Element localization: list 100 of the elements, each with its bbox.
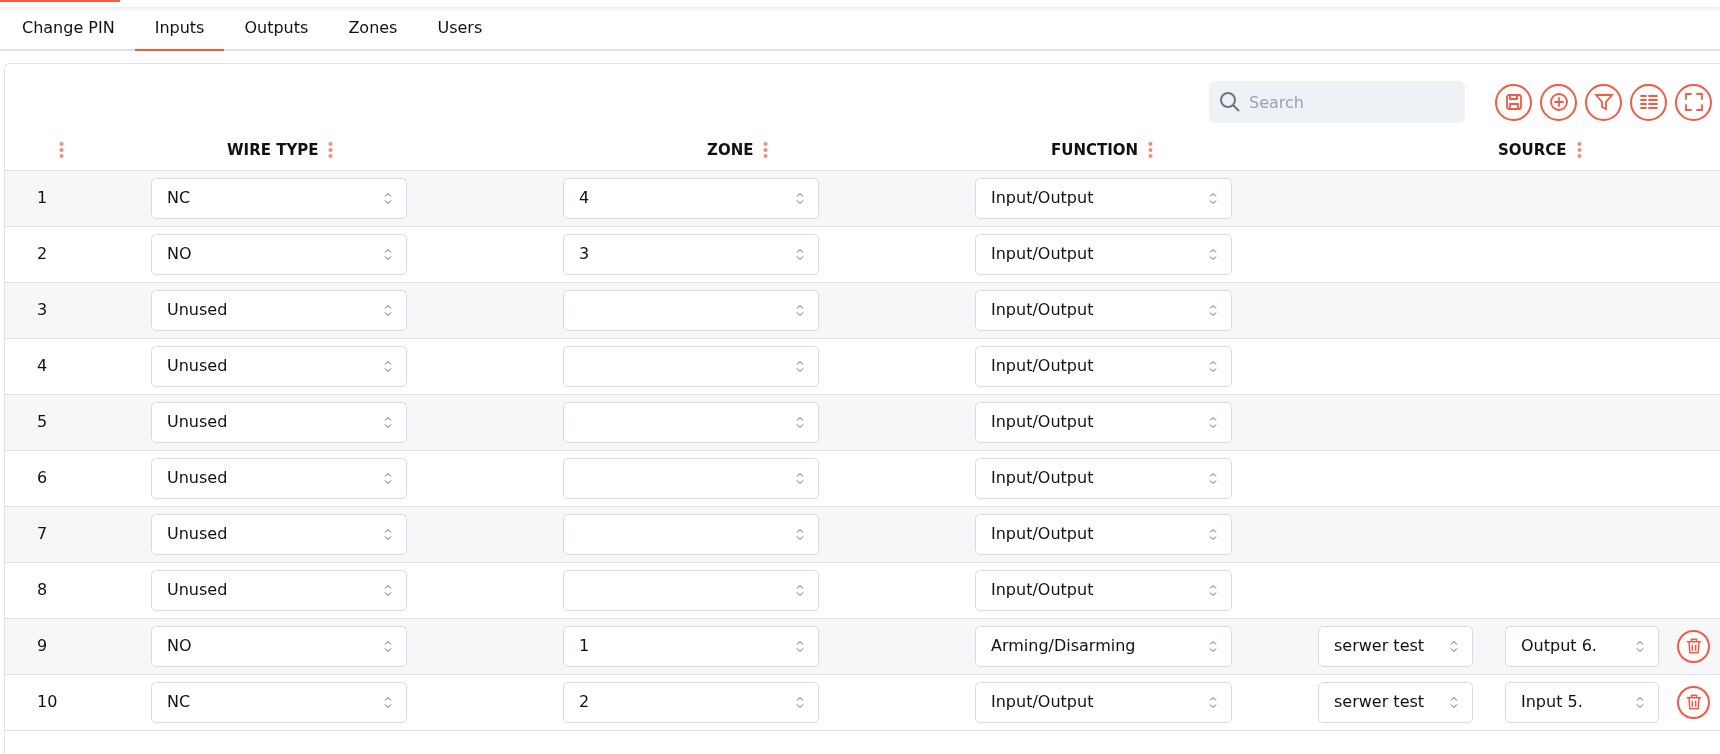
function-select[interactable]: Input/Output — [975, 177, 1232, 219]
zone-select[interactable]: 1 — [563, 625, 819, 667]
row-number: 6 — [37, 468, 48, 487]
zone-select[interactable]: 2 — [563, 681, 819, 723]
wire-type-select[interactable]: Unused — [151, 289, 407, 331]
function-select[interactable]: Input/Output — [975, 289, 1232, 331]
wire-type-select[interactable]: NO — [151, 233, 407, 275]
up-down-chevron-icon — [796, 415, 804, 429]
up-down-chevron-icon — [1209, 191, 1217, 205]
up-down-chevron-icon — [1209, 639, 1217, 653]
up-down-chevron-icon — [384, 695, 392, 709]
up-down-chevron-icon — [1209, 527, 1217, 541]
source-device-select[interactable]: serwer test — [1318, 625, 1473, 667]
up-down-chevron-icon — [1209, 359, 1217, 373]
up-down-chevron-icon — [1209, 415, 1217, 429]
delete-button[interactable] — [1677, 629, 1710, 663]
search-field[interactable]: Search — [1209, 81, 1465, 123]
zone-select[interactable] — [563, 457, 819, 499]
zone-select[interactable]: 3 — [563, 233, 819, 275]
up-down-chevron-icon — [796, 583, 804, 597]
zone-select[interactable] — [563, 401, 819, 443]
tab[interactable]: Inputs — [134, 7, 225, 51]
tab[interactable]: Outputs — [224, 7, 329, 51]
up-down-chevron-icon — [796, 303, 804, 317]
add-button[interactable] — [1540, 83, 1577, 121]
up-down-chevron-icon — [384, 191, 392, 205]
column-menu-icon[interactable] — [1148, 141, 1154, 159]
column-menu-icon[interactable] — [1576, 141, 1582, 159]
function-select[interactable]: Arming/Disarming — [975, 625, 1232, 667]
row-number: 4 — [37, 356, 48, 375]
column-menu-icon[interactable] — [59, 141, 64, 159]
up-down-chevron-icon — [1636, 639, 1644, 653]
row-number: 7 — [37, 524, 48, 543]
up-down-chevron-icon — [796, 639, 804, 653]
function-select[interactable]: Input/Output — [975, 681, 1232, 723]
wire-type-select[interactable]: NC — [151, 177, 407, 219]
wire-type-select[interactable]: Unused — [151, 513, 407, 555]
save-button[interactable] — [1495, 83, 1532, 121]
source-channel-select[interactable]: Output 6. — [1505, 625, 1659, 667]
up-down-chevron-icon — [1209, 583, 1217, 597]
up-down-chevron-icon — [796, 471, 804, 485]
column-header: FUNCTION — [1051, 140, 1139, 159]
zone-select[interactable] — [563, 513, 819, 555]
function-select[interactable]: Input/Output — [975, 233, 1232, 275]
wire-type-select[interactable]: Unused — [151, 457, 407, 499]
zone-select[interactable] — [563, 289, 819, 331]
up-down-chevron-icon — [796, 247, 804, 261]
zone-select[interactable] — [563, 345, 819, 387]
source-device-select[interactable]: serwer test — [1318, 681, 1473, 723]
row-number: 8 — [37, 580, 48, 599]
up-down-chevron-icon — [1209, 303, 1217, 317]
up-down-chevron-icon — [384, 471, 392, 485]
zone-select[interactable] — [563, 569, 819, 611]
wire-type-select[interactable]: NC — [151, 681, 407, 723]
fullscreen-button[interactable] — [1675, 83, 1712, 121]
tab[interactable]: Zones — [328, 7, 418, 51]
delete-button[interactable] — [1677, 685, 1710, 719]
function-select[interactable]: Input/Output — [975, 513, 1232, 555]
up-down-chevron-icon — [796, 527, 804, 541]
function-select[interactable]: Input/Output — [975, 457, 1232, 499]
column-header: SOURCE — [1498, 140, 1567, 159]
function-select[interactable]: Input/Output — [975, 345, 1232, 387]
function-select[interactable]: Input/Output — [975, 401, 1232, 443]
row-number: 2 — [37, 244, 48, 263]
up-down-chevron-icon — [1209, 247, 1217, 261]
up-down-chevron-icon — [384, 359, 392, 373]
tab[interactable]: Users — [417, 7, 503, 51]
up-down-chevron-icon — [1450, 695, 1458, 709]
up-down-chevron-icon — [796, 359, 804, 373]
wire-type-select[interactable]: NO — [151, 625, 407, 667]
up-down-chevron-icon — [1209, 695, 1217, 709]
zone-select[interactable]: 4 — [563, 177, 819, 219]
tab[interactable]: Change PIN — [2, 7, 135, 51]
row-number: 1 — [37, 188, 48, 207]
row-number: 9 — [37, 636, 48, 655]
row-number: 3 — [37, 300, 48, 319]
row-number: 5 — [37, 412, 48, 431]
wire-type-select[interactable]: Unused — [151, 345, 407, 387]
column-header: ZONE — [707, 140, 754, 159]
up-down-chevron-icon — [1450, 639, 1458, 653]
up-down-chevron-icon — [1209, 471, 1217, 485]
up-down-chevron-icon — [384, 583, 392, 597]
up-down-chevron-icon — [384, 303, 392, 317]
wire-type-select[interactable]: Unused — [151, 569, 407, 611]
up-down-chevron-icon — [796, 191, 804, 205]
source-channel-select[interactable]: Input 5. — [1505, 681, 1659, 723]
up-down-chevron-icon — [1636, 695, 1644, 709]
up-down-chevron-icon — [796, 695, 804, 709]
column-header: WIRE TYPE — [227, 140, 319, 159]
up-down-chevron-icon — [384, 247, 392, 261]
filter-button[interactable] — [1585, 83, 1622, 121]
up-down-chevron-icon — [384, 639, 392, 653]
column-menu-icon[interactable] — [763, 141, 769, 159]
up-down-chevron-icon — [384, 415, 392, 429]
list-button[interactable] — [1630, 83, 1667, 121]
function-select[interactable]: Input/Output — [975, 569, 1232, 611]
wire-type-select[interactable]: Unused — [151, 401, 407, 443]
row-number: 10 — [37, 692, 58, 711]
column-menu-icon[interactable] — [328, 141, 334, 159]
up-down-chevron-icon — [384, 527, 392, 541]
